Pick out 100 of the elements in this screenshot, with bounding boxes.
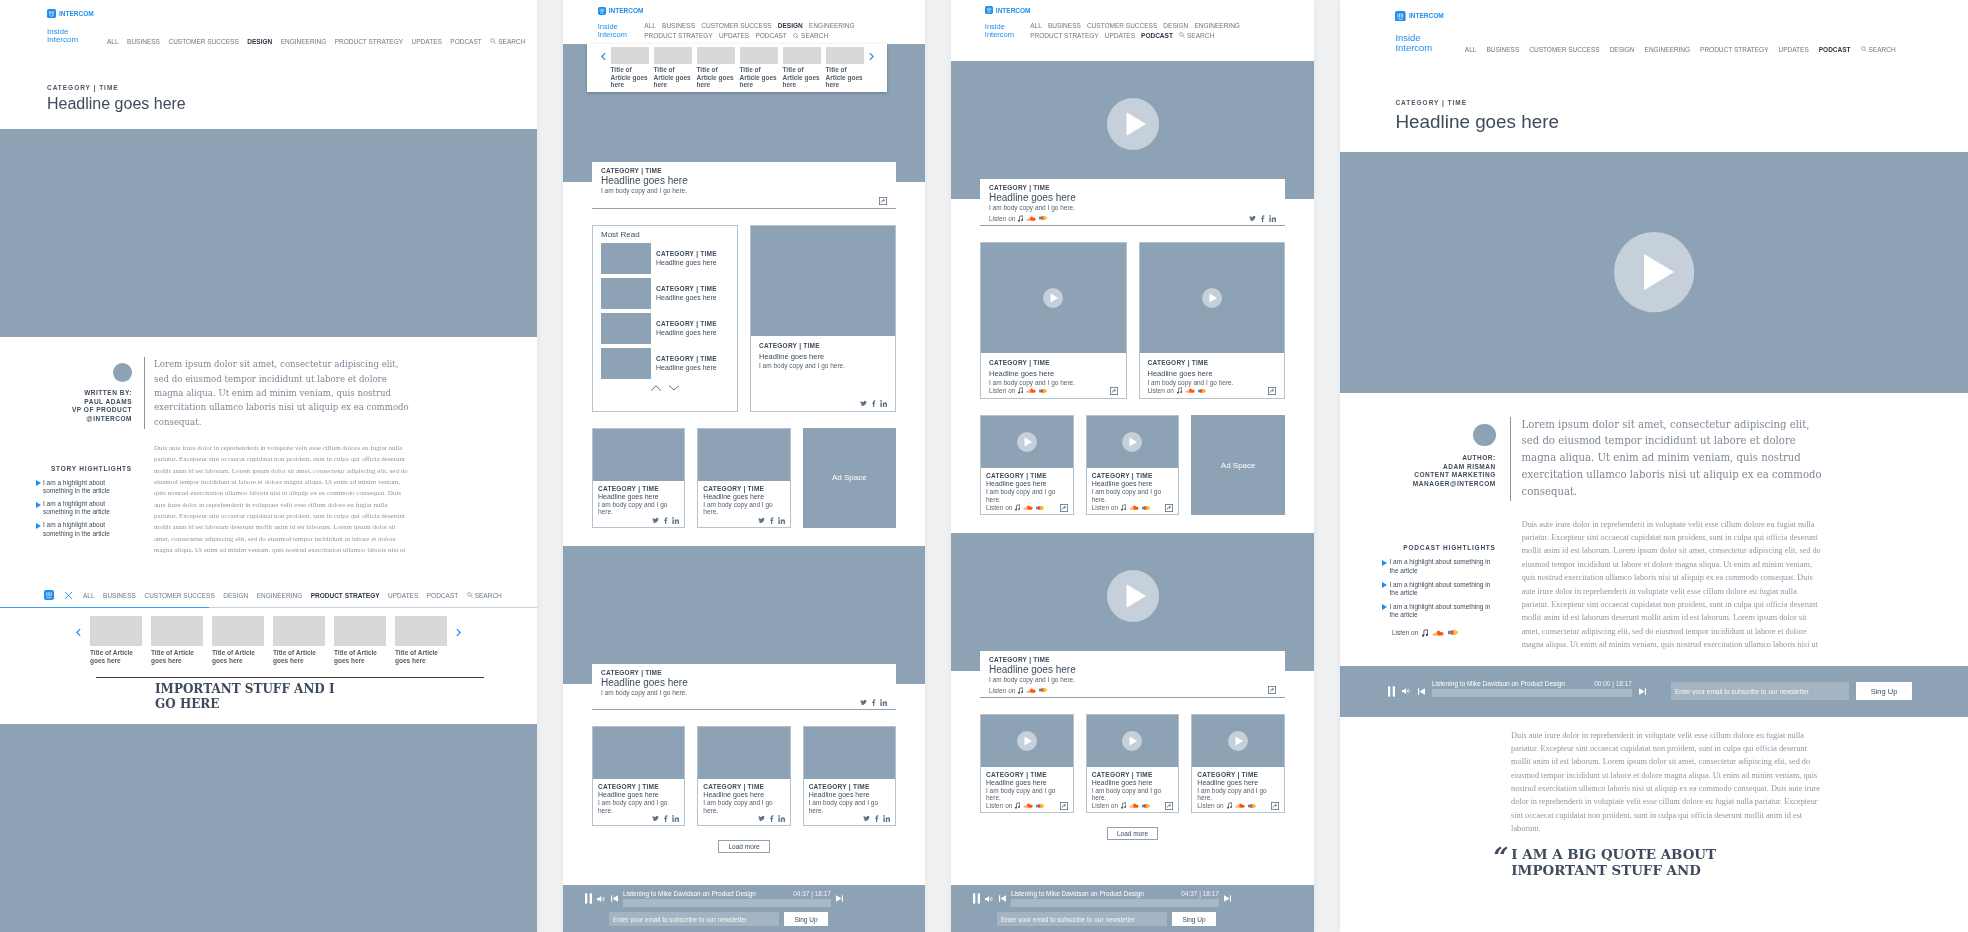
share-icon[interactable] <box>1268 386 1276 395</box>
chevron-down-icon[interactable] <box>668 384 680 391</box>
bird-icon[interactable] <box>863 815 870 823</box>
thumbnail-placeholder[interactable] <box>601 347 651 379</box>
share-icon[interactable] <box>1059 503 1068 512</box>
play-icon[interactable] <box>1613 232 1695 313</box>
pause-icon[interactable] <box>973 892 980 905</box>
music-note-icon[interactable] <box>1018 686 1024 694</box>
headline[interactable]: Headline goes here <box>601 676 887 688</box>
progress-track[interactable] <box>1432 688 1632 697</box>
music-note-icon[interactable] <box>1121 504 1127 512</box>
volume-icon[interactable] <box>985 894 994 903</box>
volume-icon[interactable] <box>1402 687 1411 696</box>
cloud-icon[interactable] <box>1234 803 1245 809</box>
thumbnail-placeholder[interactable] <box>273 616 325 647</box>
volume-icon[interactable] <box>597 894 606 903</box>
cloud-icon[interactable] <box>1023 505 1034 511</box>
linkedin-icon[interactable] <box>672 516 680 524</box>
site-title[interactable]: Inside Intercom <box>1395 33 1457 53</box>
thumbnail-placeholder[interactable] <box>90 616 142 647</box>
progress-track[interactable] <box>623 899 831 907</box>
thumbnail-placeholder[interactable] <box>395 616 447 647</box>
thumbnail-placeholder[interactable] <box>739 47 778 65</box>
play-icon[interactable] <box>1106 98 1159 151</box>
progress-track[interactable] <box>1011 899 1219 907</box>
thumbnail-placeholder[interactable] <box>610 47 649 65</box>
logo-icon[interactable] <box>1395 10 1407 22</box>
music-note-icon[interactable] <box>1176 387 1182 395</box>
facebook-icon[interactable] <box>662 516 670 524</box>
logo-icon[interactable] <box>44 590 54 601</box>
bird-icon[interactable] <box>860 699 867 707</box>
next-icon[interactable] <box>836 895 843 902</box>
close-icon[interactable] <box>64 590 73 600</box>
color-bars-icon[interactable] <box>1036 803 1045 808</box>
share-icon[interactable] <box>879 197 887 206</box>
color-bars-icon[interactable] <box>1039 216 1048 221</box>
previous-icon[interactable] <box>611 895 618 902</box>
share-icon[interactable] <box>1165 503 1174 512</box>
facebook-icon[interactable] <box>873 815 880 823</box>
headline[interactable]: Headline goes here <box>601 175 887 187</box>
logo-icon[interactable] <box>984 6 993 15</box>
bird-icon[interactable] <box>860 399 867 407</box>
previous-icon[interactable] <box>1418 687 1425 695</box>
color-bars-icon[interactable] <box>1039 388 1048 393</box>
facebook-icon[interactable] <box>870 699 877 707</box>
logo-icon[interactable] <box>597 6 606 15</box>
bird-icon[interactable] <box>1249 214 1256 222</box>
cloud-icon[interactable] <box>1129 505 1140 511</box>
headline[interactable]: Headline goes here <box>989 664 1276 676</box>
play-icon[interactable] <box>1122 432 1143 453</box>
bird-icon[interactable] <box>757 815 765 823</box>
next-icon[interactable] <box>1224 895 1231 902</box>
facebook-icon[interactable] <box>767 516 775 524</box>
linkedin-icon[interactable] <box>1269 214 1276 222</box>
play-icon[interactable] <box>1122 730 1143 751</box>
share-icon[interactable] <box>1268 686 1276 695</box>
cloud-icon[interactable] <box>1129 803 1140 809</box>
thumbnail-placeholder[interactable] <box>212 616 264 647</box>
site-title[interactable]: Inside Intercom <box>47 28 99 45</box>
chevron-right-icon[interactable] <box>456 628 461 638</box>
thumbnail-placeholder[interactable] <box>653 47 692 65</box>
chevron-right-icon[interactable] <box>868 52 874 62</box>
facebook-icon[interactable] <box>767 815 775 823</box>
play-icon[interactable] <box>1201 287 1222 308</box>
play-icon[interactable] <box>1016 432 1037 453</box>
linkedin-icon[interactable] <box>883 815 890 823</box>
thumbnail-placeholder[interactable] <box>601 312 651 344</box>
color-bars-icon[interactable] <box>1039 688 1048 693</box>
music-note-icon[interactable] <box>1121 802 1127 810</box>
music-note-icon[interactable] <box>1015 802 1021 810</box>
share-icon[interactable] <box>1271 801 1279 810</box>
music-note-icon[interactable] <box>1015 504 1021 512</box>
linkedin-icon[interactable] <box>880 399 887 407</box>
color-bars-icon[interactable] <box>1142 505 1151 510</box>
chevron-up-icon[interactable] <box>650 384 662 391</box>
facebook-icon[interactable] <box>1259 214 1266 222</box>
chevron-left-icon[interactable] <box>76 628 81 638</box>
thumbnail-placeholder[interactable] <box>825 47 864 65</box>
music-note-icon[interactable] <box>1422 628 1429 637</box>
cloud-icon[interactable] <box>1026 687 1037 693</box>
play-icon[interactable] <box>1228 730 1249 751</box>
bird-icon[interactable] <box>652 815 660 823</box>
play-icon[interactable] <box>1016 730 1037 751</box>
music-note-icon[interactable] <box>1226 802 1232 810</box>
color-bars-icon[interactable] <box>1247 803 1256 808</box>
logo-icon[interactable] <box>47 9 56 18</box>
play-icon[interactable] <box>1106 570 1159 623</box>
linkedin-icon[interactable] <box>777 516 785 524</box>
bird-icon[interactable] <box>652 516 660 524</box>
color-bars-icon[interactable] <box>1036 505 1045 510</box>
cloud-icon[interactable] <box>1184 388 1195 394</box>
previous-icon[interactable] <box>999 895 1006 902</box>
headline[interactable]: Headline goes here <box>989 192 1276 204</box>
thumbnail-placeholder[interactable] <box>601 242 651 274</box>
play-icon[interactable] <box>1043 287 1064 308</box>
cloud-icon[interactable] <box>1026 388 1037 394</box>
chevron-left-icon[interactable] <box>600 52 606 62</box>
cloud-icon[interactable] <box>1023 803 1034 809</box>
color-bars-icon[interactable] <box>1197 388 1206 393</box>
color-bars-icon[interactable] <box>1142 803 1151 808</box>
